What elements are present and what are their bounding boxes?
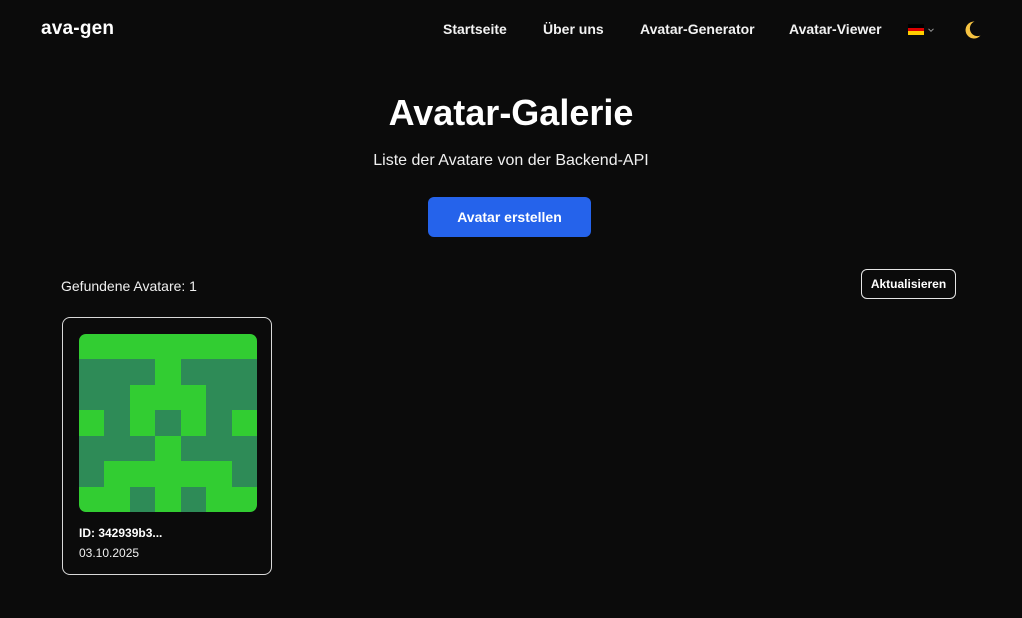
avatar-pixel	[79, 486, 105, 512]
avatar-pixel	[129, 461, 156, 487]
avatar-pixel	[129, 435, 156, 462]
avatar-pixel	[79, 359, 105, 385]
avatar-date: 03.10.2025	[79, 546, 140, 560]
top-navigation: ava-gen Startseite Über uns Avatar-Gener…	[0, 0, 1022, 60]
nav-avatar-generator[interactable]: Avatar-Generator	[640, 21, 755, 37]
avatar-pixel	[206, 384, 232, 411]
avatar-pixel	[231, 359, 257, 385]
avatar-pixel	[79, 461, 105, 487]
nav-startseite[interactable]: Startseite	[443, 21, 507, 37]
avatar-pixel	[129, 384, 156, 411]
avatar-pixel	[155, 410, 181, 436]
avatar-pixel	[180, 384, 207, 411]
create-avatar-button[interactable]: Avatar erstellen	[428, 197, 591, 237]
avatar-pixel	[79, 410, 105, 436]
avatar-pixel	[155, 384, 181, 411]
avatar-pixel	[206, 486, 232, 512]
brand-logo[interactable]: ava-gen	[41, 18, 114, 40]
avatar-pixel	[206, 461, 232, 487]
avatar-card[interactable]: ID: 342939b3... 03.10.2025	[62, 317, 272, 575]
german-flag-icon	[908, 24, 924, 36]
avatar-pixel	[129, 359, 156, 385]
avatar-pixel	[129, 410, 156, 436]
avatar-pixel	[104, 359, 130, 385]
avatar-pixel	[231, 410, 257, 436]
avatar-image	[79, 334, 257, 512]
refresh-button[interactable]: Aktualisieren	[861, 269, 956, 299]
avatar-pixel	[104, 410, 130, 436]
avatar-pixel	[231, 334, 257, 360]
avatar-pixel	[79, 334, 105, 360]
avatar-pixel	[180, 410, 207, 436]
avatar-pixel	[155, 461, 181, 487]
avatar-pixel	[206, 410, 232, 436]
language-selector[interactable]	[908, 24, 935, 36]
avatar-pixel	[155, 486, 181, 512]
avatar-pixel	[231, 435, 257, 462]
chevron-down-icon	[928, 27, 934, 32]
avatar-id: ID: 342939b3...	[79, 526, 163, 540]
avatar-pixel	[104, 384, 130, 411]
avatar-pixel	[206, 359, 232, 385]
avatar-pixel	[155, 334, 181, 360]
avatar-pixel	[104, 461, 130, 487]
avatar-pixel	[129, 486, 156, 512]
page-subtitle: Liste der Avatare von der Backend-API	[373, 152, 649, 169]
avatar-pixel	[180, 461, 207, 487]
avatar-pixel	[206, 334, 232, 360]
avatar-pixel	[129, 334, 156, 360]
avatar-pixel	[231, 461, 257, 487]
nav-ueber-uns[interactable]: Über uns	[543, 21, 604, 37]
page-title: Avatar-Galerie	[388, 92, 634, 133]
avatar-pixel	[180, 359, 207, 385]
avatar-pixel	[104, 486, 130, 512]
avatar-pixel	[206, 435, 232, 462]
avatar-pixel	[104, 334, 130, 360]
avatar-pixel	[231, 486, 257, 512]
nav-avatar-viewer[interactable]: Avatar-Viewer	[789, 21, 882, 37]
avatar-pixel	[104, 435, 130, 462]
avatar-pixel	[79, 384, 105, 411]
moon-icon[interactable]	[961, 19, 983, 41]
avatar-pixel	[231, 384, 257, 411]
avatar-count-label: Gefundene Avatare: 1	[61, 278, 197, 294]
avatar-pixel	[155, 435, 181, 462]
avatar-pixel	[180, 334, 207, 360]
avatar-pixel	[180, 486, 207, 512]
avatar-pixel	[79, 435, 105, 462]
avatar-pixel	[180, 435, 207, 462]
avatar-pixel	[155, 359, 181, 385]
